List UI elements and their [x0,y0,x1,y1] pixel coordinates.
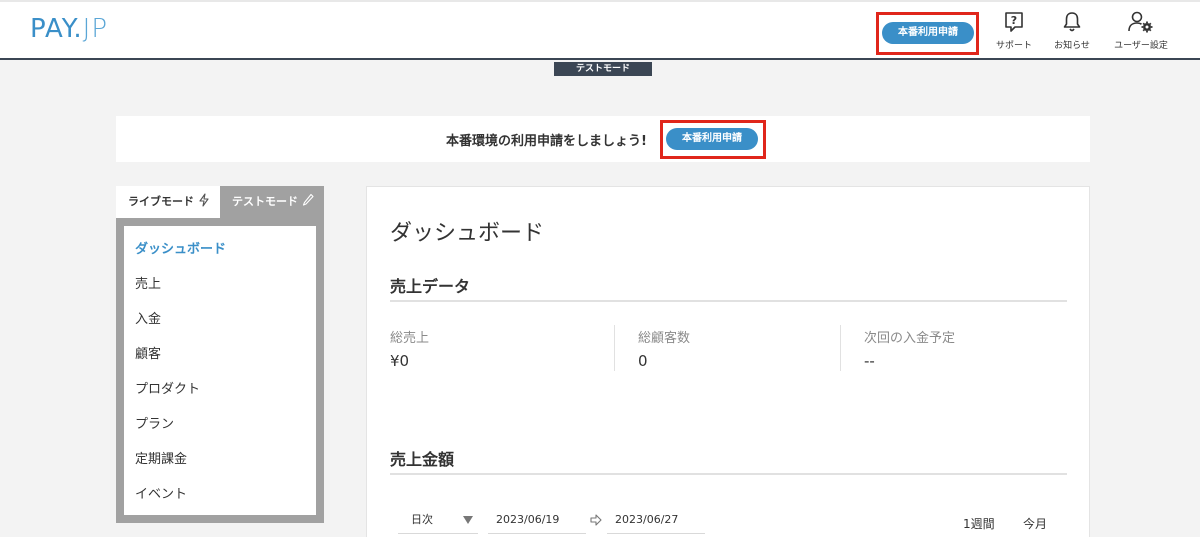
user-settings-link[interactable]: ユーザー設定 [1108,10,1174,54]
sidebar-menu: ダッシュボード 売上 入金 顧客 プロダクト プラン 定期課金 イベント [124,226,316,515]
notifications-label: お知らせ [1054,41,1090,51]
stat-next-deposit-label: 次回の入金予定 [864,331,956,346]
user-settings-label: ユーザー設定 [1114,41,1168,51]
sales-data-title: 売上データ [390,277,471,296]
arrow-right-icon [590,514,602,526]
pencil-icon [302,193,314,206]
stat-next-deposit-value: -- [864,352,875,370]
top-header: PAY.JP 本番利用申請 ? サポート お知らせ ユーザー設定 [0,0,1200,60]
logo-dot: . [73,14,83,44]
stat-divider [840,325,841,371]
page-title: ダッシュボード [390,221,545,246]
sales-data-divider [390,300,1067,302]
svg-text:?: ? [1011,14,1017,27]
tab-live-label: ライブモード [128,195,194,208]
triangle-down-icon [463,516,473,524]
banner-apply-button[interactable]: 本番利用申請 [666,128,758,150]
dashboard-panel: ダッシュボード 売上データ 総売上 ¥0 総顧客数 0 次回の入金予定 -- 売… [366,186,1090,537]
stat-total-customers: 総顧客数 0 [638,327,690,370]
range-1-week[interactable]: 1週間 [963,515,995,532]
stat-total-sales-value: ¥0 [390,352,410,370]
stat-total-customers-label: 総顧客数 [638,331,691,346]
apply-banner: 本番環境の利用申請をしましょう! 本番利用申請 [116,116,1090,162]
banner-text: 本番環境の利用申請をしましょう! [446,134,647,149]
logo-main: PAY [30,14,74,44]
sidebar-item-products[interactable]: プロダクト [124,372,316,407]
user-gear-icon [1128,11,1153,33]
support-label: サポート [995,41,1032,51]
start-date-input[interactable]: 2023/06/19 [488,508,586,534]
sidebar-item-deposits[interactable]: 入金 [124,302,316,337]
tab-live-mode[interactable]: ライブモード [116,186,220,218]
lightning-icon [199,193,209,207]
start-date-value: 2023/06/19 [496,513,560,526]
bell-icon [1063,12,1081,32]
test-mode-tag: テストモード [554,62,652,76]
stat-total-sales-label: 総売上 [390,331,430,346]
stat-total-customers-value: 0 [638,352,648,370]
sidebar: ダッシュボード 売上 入金 顧客 プロダクト プラン 定期課金 イベント [116,218,324,523]
end-date-value: 2023/06/27 [615,513,679,526]
stat-divider [614,325,615,371]
interval-value: 日次 [411,513,433,526]
stat-next-deposit: 次回の入金予定 -- [864,327,955,370]
sidebar-item-events[interactable]: イベント [124,477,316,512]
sales-amount-divider [390,473,1067,475]
notifications-link[interactable]: お知らせ [1048,10,1096,54]
range-this-month[interactable]: 今月 [1023,515,1047,532]
interval-select[interactable]: 日次 [398,508,478,534]
sidebar-item-sales[interactable]: 売上 [124,267,316,302]
sidebar-item-subscriptions[interactable]: 定期課金 [124,442,316,477]
logo[interactable]: PAY.JP [30,14,108,44]
help-icon: ? [1005,12,1023,32]
tab-test-mode[interactable]: テストモード [220,186,324,218]
end-date-input[interactable]: 2023/06/27 [607,508,705,534]
support-link[interactable]: ? サポート [990,10,1038,54]
logo-sub: JP [82,14,109,44]
header-apply-button[interactable]: 本番利用申請 [882,22,974,44]
sidebar-item-customers[interactable]: 顧客 [124,337,316,372]
sidebar-item-dashboard[interactable]: ダッシュボード [124,232,316,267]
sidebar-item-plans[interactable]: プラン [124,407,316,442]
mode-tabs: ライブモード テストモード [116,186,324,218]
sales-amount-title: 売上金額 [390,450,455,469]
stat-total-sales: 総売上 ¥0 [390,327,429,370]
tab-test-label: テストモード [232,195,298,208]
